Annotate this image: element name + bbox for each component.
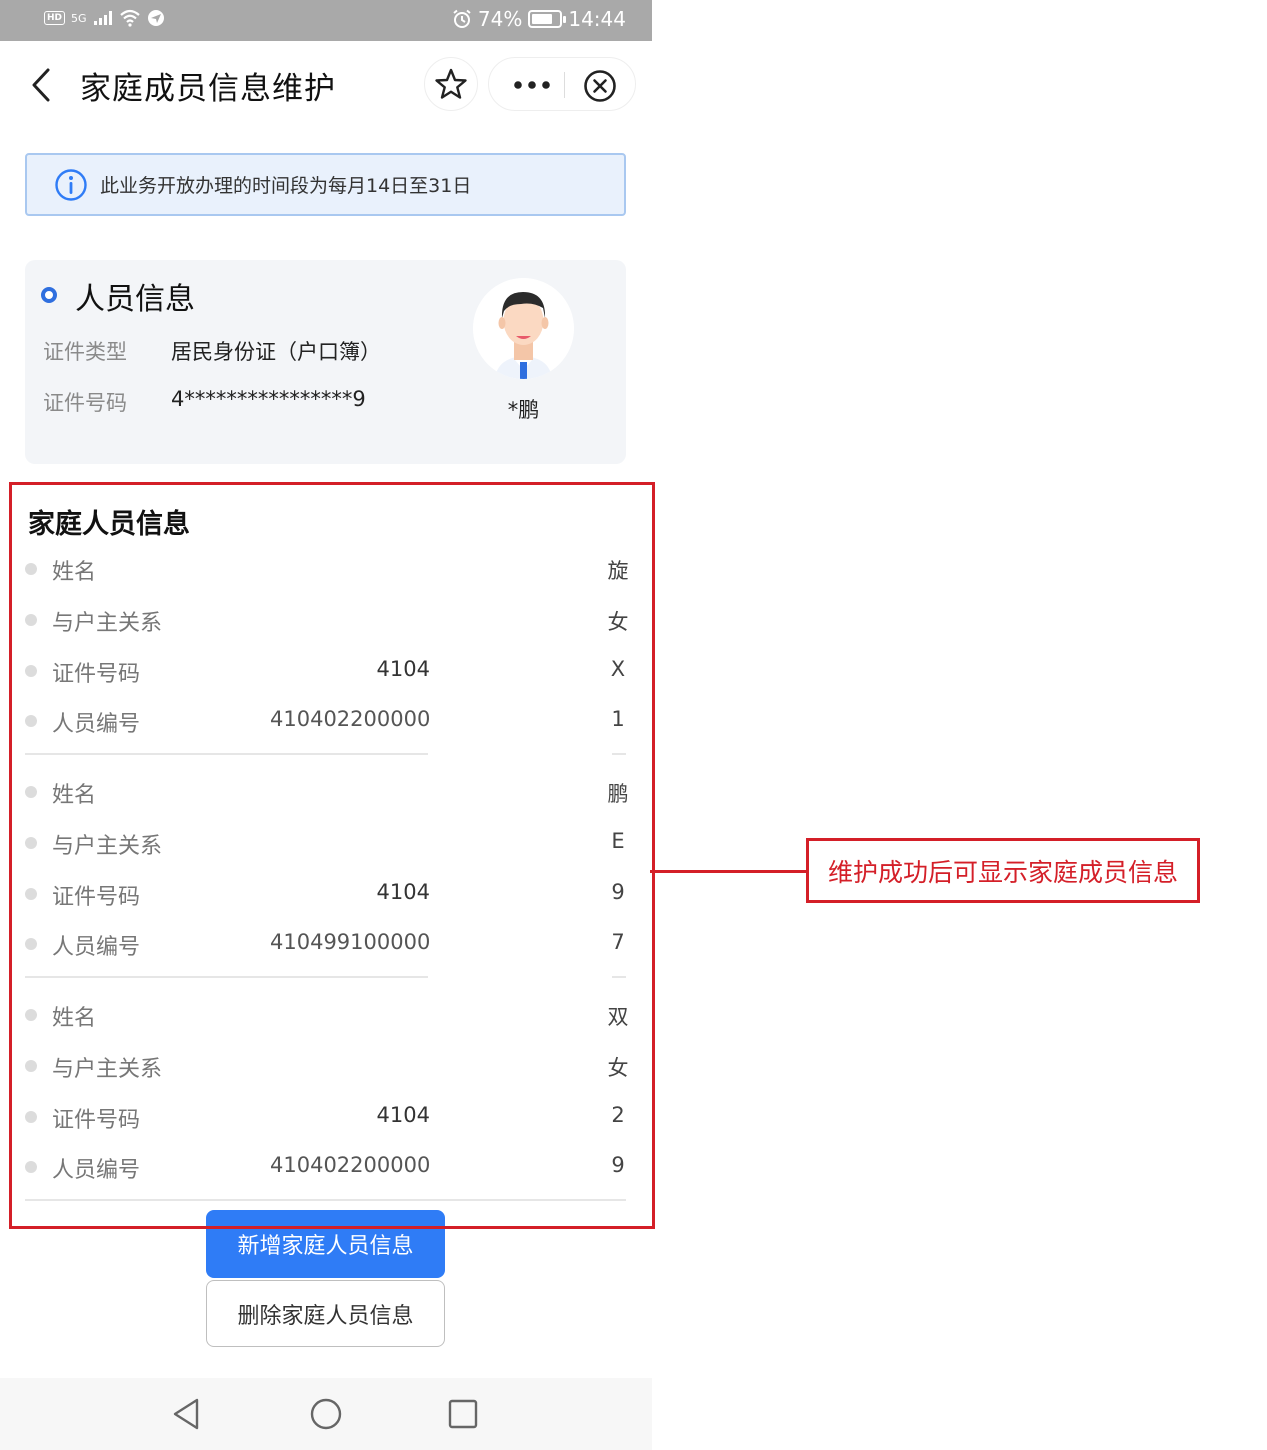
alarm-icon (453, 9, 471, 28)
battery-percent: 74% (477, 7, 523, 31)
annotation-highlight-box (9, 482, 655, 1229)
nav-recents-icon[interactable] (445, 1396, 481, 1432)
section-dot (41, 287, 57, 303)
hd-badge: HD (44, 11, 66, 25)
menu-capsule (488, 57, 636, 111)
id-type-label: 证件类型 (43, 340, 127, 364)
delete-family-member-button[interactable]: 删除家庭人员信息 (206, 1280, 445, 1347)
battery-level (532, 14, 552, 24)
avatar-person-icon (473, 278, 574, 379)
avatar (473, 278, 574, 379)
person-section-title: 人员信息 (75, 282, 195, 317)
capsule-divider (564, 72, 565, 98)
id-number-label: 证件号码 (43, 391, 127, 415)
favorite-button[interactable] (424, 57, 478, 111)
more-icon[interactable] (509, 70, 555, 100)
star-icon (435, 68, 467, 99)
annotation-connector-line (650, 870, 807, 873)
nav-header: 家庭成员信息维护 (0, 41, 652, 131)
id-type-value: 居民身份证（户口簿） (171, 340, 381, 364)
person-info-card: 人员信息 证件类型 居民身份证（户口簿） 证件号码 4*************… (25, 260, 626, 464)
id-number-value: 4****************9 (171, 387, 366, 411)
close-icon[interactable] (583, 69, 617, 103)
annotation-label: 维护成功后可显示家庭成员信息 (806, 838, 1200, 903)
person-name: *鹏 (507, 398, 540, 422)
info-icon (55, 168, 87, 201)
clock: 14:44 (568, 7, 626, 31)
notice-banner: 此业务开放办理的时间段为每月14日至31日 (25, 153, 626, 216)
system-nav-bar (0, 1378, 652, 1450)
status-right: 74% 14:44 (452, 7, 626, 31)
signal-icon (93, 11, 112, 25)
page-title: 家庭成员信息维护 (80, 71, 336, 107)
battery-icon (528, 10, 567, 28)
nav-home-icon[interactable] (308, 1396, 344, 1432)
signal-label: 5G (71, 11, 87, 25)
back-arrow-icon[interactable] (28, 67, 56, 103)
nav-back-icon[interactable] (168, 1396, 204, 1432)
status-left: HD 5G (44, 9, 165, 27)
location-icon (147, 10, 164, 26)
notice-text: 此业务开放办理的时间段为每月14日至31日 (100, 175, 472, 197)
status-bar: HD 5G 74% 14:44 (0, 0, 652, 41)
wifi-icon (119, 9, 140, 27)
